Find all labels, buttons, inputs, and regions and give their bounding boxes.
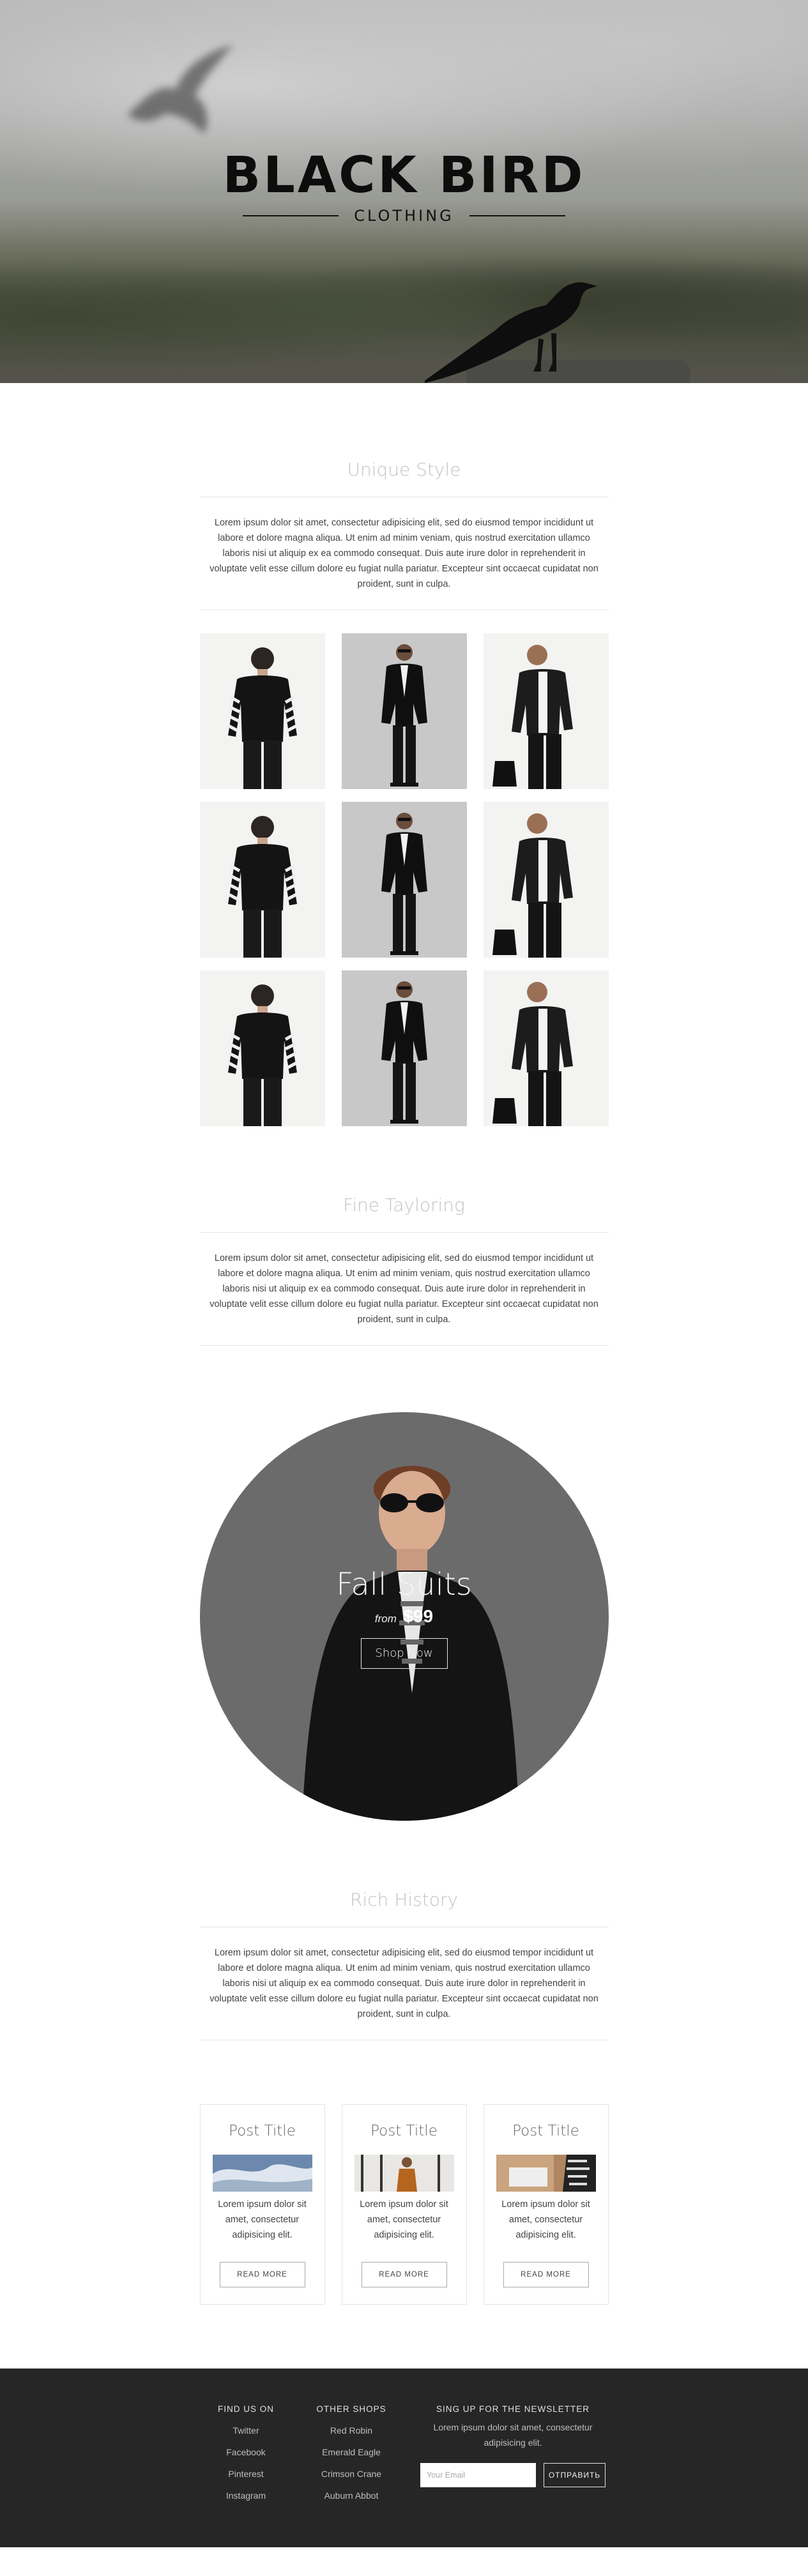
section-text: Lorem ipsum dolor sit amet, consectetur … — [199, 1233, 609, 1346]
rich-history-section: Rich History Lorem ipsum dolor sit amet,… — [199, 1821, 609, 2040]
product-image-suit[interactable] — [341, 802, 467, 958]
post-title[interactable]: Post Title — [342, 2121, 466, 2141]
subtitle-line-left — [243, 215, 339, 216]
read-more-button[interactable]: READ MORE — [361, 2262, 447, 2287]
blurred-bird-image — [128, 45, 233, 134]
twitter-link[interactable]: Twitter — [211, 2420, 281, 2441]
other-shops-column: OTHER SHOPS Red Robin Emerald Eagle Crim… — [315, 2403, 388, 2506]
post-thumbnail[interactable] — [212, 2155, 312, 2192]
section-title: Rich History — [199, 1887, 609, 1927]
section-title: Fine Tayloring — [199, 1193, 609, 1233]
post-excerpt: Lorem ipsum dolor sit amet, consectetur … — [218, 2199, 307, 2240]
crow-image — [425, 282, 597, 383]
post-thumbnail[interactable] — [354, 2155, 454, 2192]
newsletter-submit-button[interactable]: ОТПРАВИТЬ — [544, 2463, 606, 2487]
post-excerpt: Lorem ipsum dolor sit amet, consectetur … — [501, 2199, 590, 2240]
brand-title: BLACK BIRD — [222, 147, 586, 204]
shop-link-crimson-crane[interactable]: Crimson Crane — [315, 2463, 388, 2485]
product-image-sweater[interactable] — [199, 970, 325, 1126]
fine-tailoring-section: Fine Tayloring Lorem ipsum dolor sit ame… — [199, 1126, 609, 1346]
section-text: Lorem ipsum dolor sit amet, consectetur … — [199, 1927, 609, 2040]
subtitle-line-right — [469, 215, 565, 216]
post-excerpt: Lorem ipsum dolor sit amet, consectetur … — [360, 2199, 448, 2240]
brand-subtitle-row: CLOTHING — [0, 207, 808, 225]
shop-now-button[interactable]: Shop Now — [360, 1638, 448, 1669]
footer: FIND US ON Twitter Facebook Pinterest In… — [0, 2369, 808, 2547]
price-prefix: from — [374, 1613, 397, 1625]
hero-trees — [0, 217, 808, 383]
product-image-suit[interactable] — [341, 633, 467, 789]
newsletter-heading: SING UP FOR THE NEWSLETTER — [436, 2404, 590, 2414]
promo-text: Fall Suits from $99 Shop Now — [200, 1565, 609, 1669]
product-gallery — [199, 633, 609, 1126]
find-us-heading: FIND US ON — [217, 2404, 274, 2414]
newsletter-form: ОТПРАВИТЬ — [420, 2463, 606, 2487]
product-image-jacket[interactable] — [483, 802, 609, 958]
shop-link-red-robin[interactable]: Red Robin — [315, 2420, 388, 2441]
find-us-column: FIND US ON Twitter Facebook Pinterest In… — [211, 2403, 281, 2506]
promo-title: Fall Suits — [336, 1567, 472, 1602]
product-image-suit[interactable] — [341, 970, 467, 1126]
brand-logo: BLACK BIRD CLOTHING — [0, 148, 808, 225]
section-text: Lorem ipsum dolor sit amet, consectetur … — [199, 497, 609, 610]
newsletter-text: Lorem ipsum dolor sit amet, consectetur … — [433, 2422, 593, 2448]
blog-posts: Post Title Lorem ipsum dolor sit amet, c… — [199, 2104, 609, 2305]
other-shops-heading: OTHER SHOPS — [316, 2404, 386, 2414]
product-image-jacket[interactable] — [483, 970, 609, 1126]
fall-suits-promo: Fall Suits from $99 Shop Now — [199, 1412, 609, 1821]
newsletter-column: SING UP FOR THE NEWSLETTER Lorem ipsum d… — [420, 2403, 606, 2487]
shop-link-emerald-eagle[interactable]: Emerald Eagle — [315, 2441, 388, 2463]
post-title[interactable]: Post Title — [484, 2121, 608, 2141]
post-card: Post Title Lorem ipsum dolor sit amet, c… — [341, 2104, 467, 2305]
price-amount: $99 — [403, 1606, 434, 1626]
facebook-link[interactable]: Facebook — [211, 2441, 281, 2463]
shop-link-auburn-abbot[interactable]: Auburn Abbot — [315, 2485, 388, 2506]
product-image-jacket[interactable] — [483, 633, 609, 789]
product-image-sweater[interactable] — [199, 633, 325, 789]
hero-banner: BLACK BIRD CLOTHING — [0, 0, 808, 383]
promo-price: from $99 — [200, 1606, 609, 1627]
section-title: Unique Style — [199, 457, 609, 497]
post-card: Post Title Lorem ipsum dolor sit amet, c… — [199, 2104, 325, 2305]
unique-style-section: Unique Style Lorem ipsum dolor sit amet,… — [199, 383, 609, 610]
product-image-sweater[interactable] — [199, 802, 325, 958]
pinterest-link[interactable]: Pinterest — [211, 2463, 281, 2485]
post-thumbnail[interactable] — [496, 2155, 596, 2192]
email-field[interactable] — [420, 2463, 536, 2487]
instagram-link[interactable]: Instagram — [211, 2485, 281, 2506]
brand-subtitle: CLOTHING — [354, 207, 454, 225]
post-title[interactable]: Post Title — [201, 2121, 324, 2141]
post-card: Post Title Lorem ipsum dolor sit amet, c… — [483, 2104, 609, 2305]
read-more-button[interactable]: READ MORE — [219, 2262, 305, 2287]
read-more-button[interactable]: READ MORE — [503, 2262, 589, 2287]
